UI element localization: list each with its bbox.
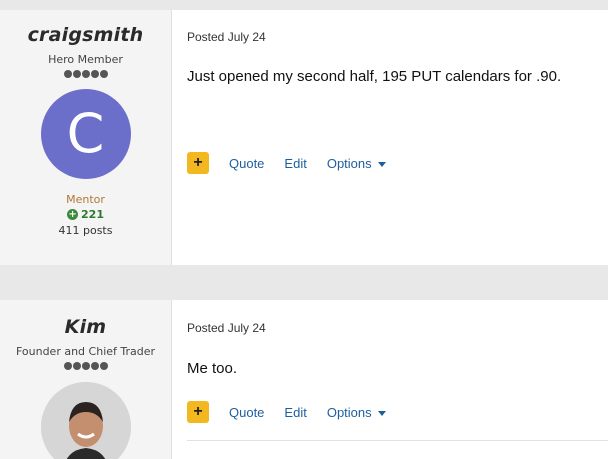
rank-pips bbox=[0, 70, 171, 78]
post-content: Posted July 24 Me too. + Quote Edit Opti… bbox=[172, 300, 608, 459]
quote-button[interactable]: Quote bbox=[229, 156, 264, 171]
rank-pip bbox=[99, 70, 108, 78]
member-rank: Hero Member bbox=[48, 53, 123, 66]
quote-button[interactable]: Quote bbox=[229, 405, 264, 420]
caret-down-icon bbox=[377, 410, 386, 416]
reputation-count: 221 bbox=[81, 208, 104, 221]
post-content: Posted July 24 Just opened my second hal… bbox=[172, 10, 608, 265]
options-button[interactable]: Options bbox=[327, 405, 386, 420]
post-actions: + Quote Edit Options bbox=[187, 152, 386, 174]
rank-pip bbox=[81, 70, 90, 78]
options-label: Options bbox=[326, 404, 372, 420]
options-label: Options bbox=[326, 155, 372, 171]
post-date[interactable]: Posted July 24 bbox=[187, 321, 266, 335]
post: craigsmith Hero Member C Mentor + 221 41… bbox=[0, 10, 608, 265]
rank-pip bbox=[63, 362, 72, 370]
rank-pip bbox=[63, 70, 72, 78]
member-rank: Founder and Chief Trader bbox=[15, 345, 156, 358]
caret-down-icon bbox=[377, 161, 386, 167]
rank-pip bbox=[72, 362, 81, 370]
react-button[interactable]: + bbox=[187, 401, 209, 423]
avatar[interactable] bbox=[40, 382, 131, 459]
rank-pips bbox=[0, 362, 171, 370]
reputation: + 221 bbox=[0, 208, 171, 221]
username[interactable]: Kim bbox=[0, 316, 171, 338]
rank-pip bbox=[90, 362, 99, 370]
post-body: Just opened my second half, 195 PUT cale… bbox=[187, 68, 562, 85]
rank-pip bbox=[90, 70, 99, 78]
react-button[interactable]: + bbox=[187, 152, 209, 174]
options-button[interactable]: Options bbox=[327, 156, 386, 171]
rank-pip bbox=[99, 362, 108, 370]
person-photo-icon bbox=[40, 382, 131, 459]
post-date[interactable]: Posted July 24 bbox=[187, 30, 266, 44]
plus-circle-icon: + bbox=[67, 209, 79, 220]
edit-button[interactable]: Edit bbox=[284, 156, 306, 171]
rank-pip bbox=[72, 70, 81, 78]
avatar[interactable]: C bbox=[40, 89, 131, 179]
post-body: Me too. bbox=[187, 360, 238, 377]
edit-button[interactable]: Edit bbox=[284, 405, 306, 420]
post: Kim Founder and Chief Trader Posted July… bbox=[0, 300, 608, 459]
post-count: 411 posts bbox=[58, 224, 113, 237]
divider bbox=[187, 440, 608, 441]
author-panel: craigsmith Hero Member C Mentor + 221 41… bbox=[0, 10, 172, 265]
rank-pip bbox=[81, 362, 90, 370]
username[interactable]: craigsmith bbox=[0, 24, 171, 46]
member-badge: Mentor bbox=[66, 193, 105, 206]
post-actions: + Quote Edit Options bbox=[187, 401, 386, 423]
author-panel: Kim Founder and Chief Trader bbox=[0, 300, 172, 459]
